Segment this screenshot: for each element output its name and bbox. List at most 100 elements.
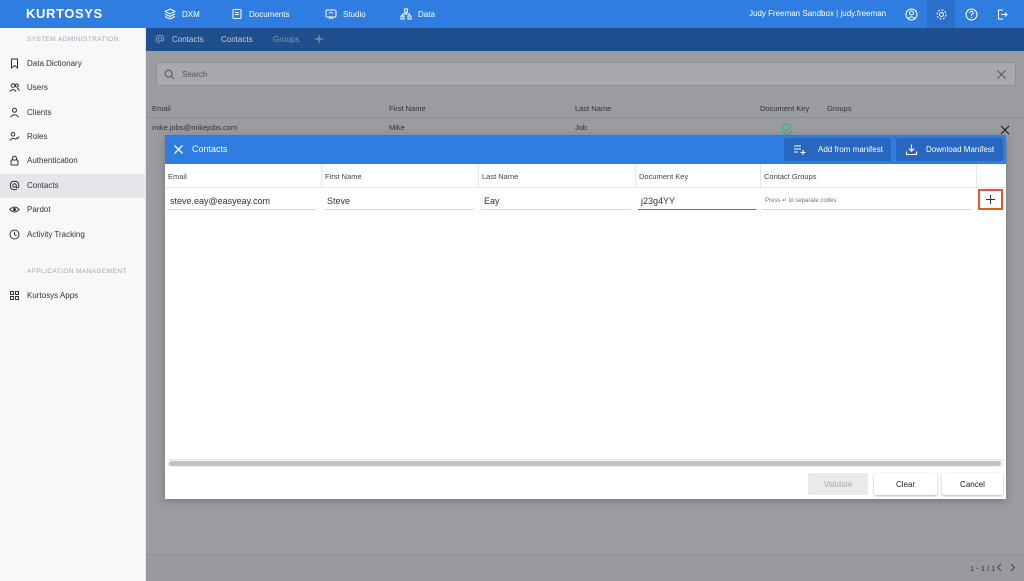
profile-button[interactable]	[897, 0, 925, 28]
help-button[interactable]	[957, 0, 985, 28]
sidebar-item-users[interactable]: Users	[0, 76, 146, 100]
section-system-administration: SYSTEM ADMINISTRATION	[27, 36, 119, 43]
sidebar-item-label: Users	[27, 83, 48, 92]
sidebar-item-label: Clients	[27, 108, 52, 117]
last-name-cell: Job	[575, 123, 588, 132]
kurtosys-logo[interactable]: KURTOSYS	[26, 6, 103, 21]
contacts-table-header: Email First Name Last Name Document Key …	[146, 100, 1024, 118]
sidebar-item-label: Contacts	[27, 181, 59, 190]
modal-header: Contacts Add from manifest Download Mani…	[165, 135, 1006, 164]
lock-icon	[9, 155, 20, 166]
sidebar-item-kurtosys-apps[interactable]: Kurtosys Apps	[0, 284, 146, 308]
search-icon	[164, 69, 175, 80]
nav-documents[interactable]: Documents	[231, 0, 289, 28]
last-name-input[interactable]	[481, 192, 631, 210]
sidebar-item-contacts[interactable]: Contacts	[0, 174, 146, 198]
sidebar-item-roles[interactable]: Roles	[0, 125, 146, 149]
nav-label: Studio	[343, 9, 366, 19]
user-label[interactable]: Judy Freeman Sandbox | judy.freeman	[749, 0, 886, 28]
playlist-add-icon	[794, 145, 806, 155]
sidebar-item-data-dictionary[interactable]: Data Dictionary	[0, 52, 146, 76]
pagination-bar: 1 - 1 / 1	[146, 554, 1024, 581]
email-cell: mike.jobs@mikejobs.com	[152, 123, 238, 132]
column-header[interactable]: Last Name	[575, 104, 611, 113]
close-icon[interactable]	[996, 69, 1007, 80]
help-icon	[965, 8, 977, 20]
hierarchy-icon	[400, 8, 412, 20]
user-circle-icon	[905, 8, 917, 20]
search-bar[interactable]: Search	[156, 62, 1016, 86]
contact-groups-input[interactable]	[762, 192, 972, 210]
chevron-left-icon[interactable]	[995, 563, 1004, 572]
validate-button[interactable]: Validate	[808, 473, 868, 495]
eye-icon	[9, 204, 20, 215]
column-header[interactable]: First Name	[389, 104, 426, 113]
email-input[interactable]	[167, 192, 317, 210]
person-icon	[9, 107, 20, 118]
nav-label: DXM	[182, 9, 200, 19]
search-placeholder: Search	[182, 70, 208, 79]
download-manifest-button[interactable]: Download Manifest	[896, 138, 1003, 161]
pagination-text: 1 - 1 / 1	[970, 564, 996, 573]
at-icon	[155, 34, 165, 44]
column-header-label: First Name	[325, 172, 362, 181]
sidebar-item-activity-tracking[interactable]: Activity Tracking	[0, 223, 146, 247]
clock-icon	[9, 229, 20, 240]
top-bar: KURTOSYS DXM Documents Studio Data Judy …	[0, 0, 1024, 28]
logout-button[interactable]	[988, 0, 1016, 28]
column-header-first-name: First Name	[322, 164, 479, 188]
chevron-right-icon[interactable]	[1008, 563, 1017, 572]
logout-icon	[997, 9, 1008, 19]
sidebar-item-authentication[interactable]: Authentication	[0, 149, 146, 173]
nav-studio[interactable]: Studio	[325, 0, 366, 28]
table-row[interactable]: mike.jobs@mikejobs.com Mike Job	[146, 120, 1024, 134]
column-header[interactable]: Email	[152, 104, 171, 113]
sidebar-item-label: Kurtosys Apps	[27, 291, 79, 300]
column-header-email: Email	[165, 164, 322, 188]
add-from-manifest-button[interactable]: Add from manifest	[784, 138, 891, 161]
horizontal-scrollbar[interactable]	[167, 459, 1004, 467]
document-key-input[interactable]	[638, 192, 756, 210]
settings-button[interactable]	[927, 0, 955, 28]
grid-icon	[9, 290, 20, 301]
sidebar-item-label: Roles	[27, 132, 48, 141]
sidebar-item-clients[interactable]: Clients	[0, 101, 146, 125]
first-name-cell: Mike	[389, 123, 405, 132]
nav-label: Documents	[249, 9, 290, 19]
cancel-button[interactable]: Cancel	[942, 473, 1003, 495]
at-icon	[9, 180, 20, 191]
plus-icon[interactable]	[314, 34, 324, 44]
column-header-actions	[977, 164, 1006, 188]
sidebar-item-label: Authentication	[27, 156, 78, 165]
close-icon[interactable]	[1000, 125, 1010, 135]
button-label: Add from manifest	[818, 145, 883, 154]
clear-button[interactable]: Clear	[874, 473, 937, 495]
contacts-modal: Contacts Add from manifest Download Mani…	[165, 135, 1006, 499]
add-row-button[interactable]	[978, 189, 1003, 210]
sidebar-item-label: Activity Tracking	[27, 230, 85, 239]
column-header-last-name: Last Name	[479, 164, 636, 188]
sidebar: SYSTEM ADMINISTRATION Data Dictionary Us…	[0, 28, 146, 581]
column-header-label: Contact Groups	[764, 172, 817, 181]
tab-contacts[interactable]: Contacts	[221, 35, 253, 44]
layers-icon	[164, 8, 176, 20]
tab-groups[interactable]: Groups	[273, 35, 299, 44]
sidebar-item-pardot[interactable]: Pardot	[0, 198, 146, 222]
scrollbar-thumb[interactable]	[169, 461, 1001, 466]
nav-data[interactable]: Data	[400, 0, 435, 28]
button-label: Download Manifest	[926, 145, 995, 154]
column-header[interactable]: Document Key	[760, 104, 809, 113]
studio-icon	[325, 9, 337, 20]
nav-dxm[interactable]: DXM	[164, 0, 200, 28]
column-header-document-key: Document Key	[636, 164, 761, 188]
column-header-contact-groups: Contact Groups	[761, 164, 977, 188]
breadcrumb-contacts[interactable]: Contacts	[172, 35, 204, 44]
modal-title: Contacts	[192, 144, 228, 154]
first-name-input[interactable]	[324, 192, 474, 210]
column-header[interactable]: Groups	[827, 104, 852, 113]
close-icon[interactable]	[173, 144, 184, 155]
column-header-label: Email	[168, 172, 187, 181]
sidebar-item-label: Data Dictionary	[27, 59, 82, 68]
plus-icon	[986, 195, 995, 204]
bookmark-icon	[9, 58, 20, 69]
